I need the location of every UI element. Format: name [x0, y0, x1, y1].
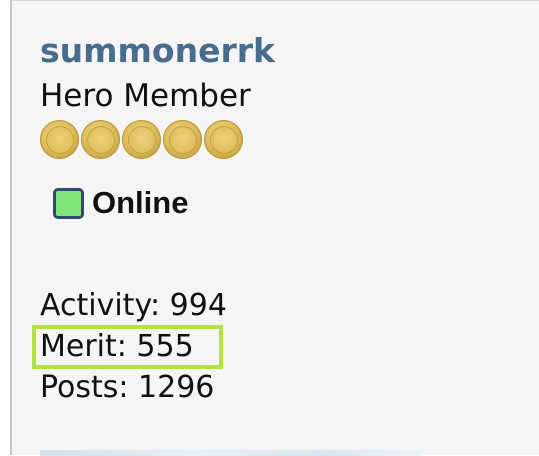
merit-stat: Merit: 555 [40, 329, 194, 364]
rank-coin-icon [122, 120, 161, 159]
user-profile-panel: summonerrk Hero Member Online Activity: … [10, 0, 539, 456]
user-rank: Hero Member [40, 78, 251, 114]
username-link[interactable]: summonerrk [40, 31, 275, 71]
online-status: Online [53, 185, 188, 221]
rank-coin-icon [81, 120, 120, 159]
avatar-image [40, 450, 420, 456]
online-status-icon [53, 187, 84, 219]
rank-coin-icon [204, 120, 243, 159]
posts-stat: Posts: 1296 [40, 370, 215, 405]
status-label: Online [92, 185, 189, 220]
activity-stat: Activity: 994 [40, 288, 227, 323]
rank-coins [40, 120, 243, 160]
rank-coin-icon [163, 120, 202, 159]
rank-coin-icon [40, 120, 79, 159]
